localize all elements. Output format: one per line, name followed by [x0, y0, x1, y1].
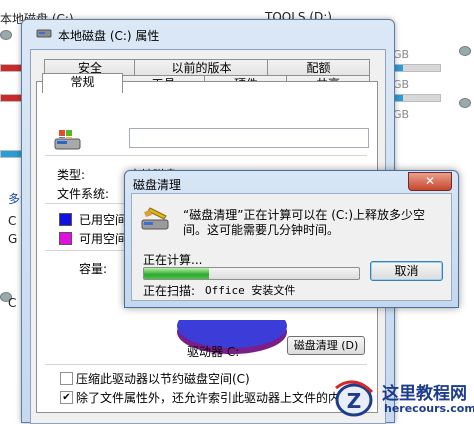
dialog-title: 磁盘清理 — [133, 178, 182, 192]
side-text: G — [8, 232, 18, 246]
drive-usage-bar — [0, 150, 22, 158]
tab-general[interactable]: 常规 — [42, 73, 123, 93]
capacity-label: 容量: — [79, 262, 108, 276]
index-label: 除了文件属性外，还允许索引此驱动器上文件的内 — [76, 391, 341, 405]
drive-usage-bar — [0, 94, 22, 102]
drive-name-input[interactable] — [129, 128, 369, 148]
site-logo-icon: Z — [335, 380, 374, 417]
compress-checkbox[interactable] — [60, 372, 73, 385]
used-space-label: 已用空间 — [79, 213, 128, 227]
filesystem-label: 文件系统: — [57, 187, 110, 201]
drive-icon — [54, 130, 81, 150]
site-url: herecours.com — [384, 402, 474, 415]
gb-label: GB — [393, 108, 410, 121]
disk-icon — [459, 46, 471, 56]
drive-label: 驱动器 C: — [187, 345, 240, 359]
disk-cleanup-button[interactable]: 磁盘清理 (D) — [287, 336, 365, 355]
scanning-label: 正在扫描: — [143, 284, 196, 298]
side-text: C — [8, 296, 17, 310]
disk-cleanup-dialog: 磁盘清理 ✕ “磁盘清理”正在计算可以在 (C:)上释放多少空 间。这可能需要几… — [124, 170, 459, 308]
side-text: C — [8, 214, 17, 228]
free-space-swatch — [59, 232, 72, 245]
index-checkbox[interactable]: ✔ — [60, 391, 73, 404]
site-name: 这里教程网 — [382, 384, 467, 404]
drive-usage-bar — [393, 94, 441, 102]
free-space-label: 可用空间 — [79, 232, 128, 246]
site-watermark: Z 这里教程网 herecours.com — [332, 376, 474, 421]
divider — [45, 364, 367, 365]
drive-usage-bar — [393, 64, 441, 72]
disk-cleanup-icon — [141, 207, 169, 230]
dialog-client: “磁盘清理”正在计算可以在 (C:)上释放多少空 间。这可能需要几分钟时间。 正… — [131, 193, 452, 301]
divider — [45, 155, 367, 156]
calculating-label: 正在计算... — [143, 253, 203, 267]
drive-icon — [36, 29, 52, 38]
type-label: 类型: — [57, 168, 86, 182]
gb-label: GB — [393, 48, 410, 61]
compress-label: 压缩此驱动器以节约磁盘空间(C) — [76, 372, 250, 386]
progress-fill — [144, 268, 209, 279]
progress-bar — [143, 267, 360, 280]
disk-icon — [459, 98, 471, 108]
gb-label: GB — [393, 78, 410, 91]
scanning-value: Office 安装文件 — [205, 284, 296, 297]
used-space-swatch — [59, 213, 72, 226]
drive-usage-bar — [0, 64, 22, 72]
cancel-button[interactable]: 取消 — [370, 261, 443, 281]
message-line-2: 间。这可能需要几分钟时间。 — [183, 223, 340, 237]
disk-icon — [0, 30, 12, 40]
close-button[interactable]: ✕ — [408, 172, 452, 191]
svg-text:Z: Z — [347, 389, 362, 413]
window-title: 本地磁盘 (C:) 属性 — [58, 29, 160, 43]
